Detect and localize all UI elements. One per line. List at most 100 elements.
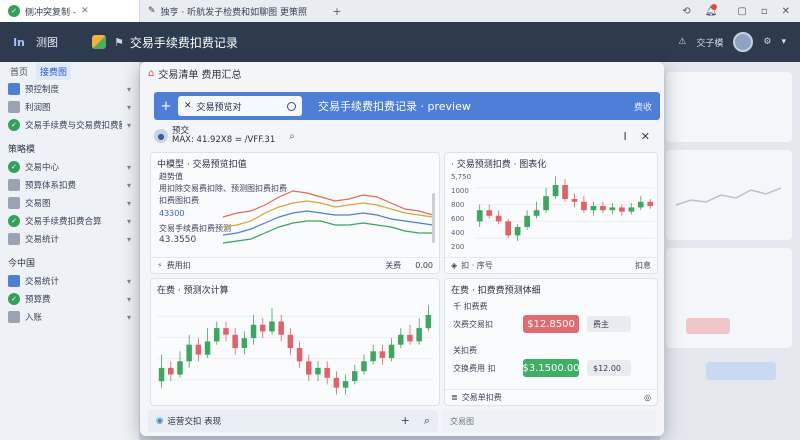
flag-icon[interactable]: ⚑ — [114, 36, 124, 49]
home-icon[interactable]: ⌂ — [148, 68, 154, 79]
candle-body — [370, 351, 376, 362]
square-icon — [8, 275, 20, 287]
sidebar-item[interactable]: 预算体系扣费 ▾ — [0, 176, 139, 194]
chevron-down-icon[interactable]: ▾ — [127, 103, 131, 112]
chevron-down-icon[interactable]: ▾ — [127, 85, 131, 94]
candle-body — [552, 185, 559, 197]
fee-chip[interactable]: 费主 — [587, 316, 631, 332]
close-icon[interactable]: ✕ — [81, 6, 89, 16]
search-icon[interactable]: ⌕ — [289, 131, 295, 142]
panel-foot-right[interactable]: 扣息 — [635, 260, 651, 271]
candle-body — [278, 321, 284, 335]
chevron-down-icon[interactable]: ▾ — [127, 121, 131, 130]
candlestick-chart — [475, 176, 655, 241]
sidebar-tab-home[interactable]: 首页 — [6, 63, 32, 80]
sidebar-item[interactable]: 交易统计 ▾ — [0, 230, 139, 248]
sidebar-item[interactable]: ✓ 交易手续费与交易费扣费额 ▾ — [0, 116, 139, 134]
candle-body — [398, 334, 404, 345]
sidebar-item-label: 交易手续费扣费合算 — [25, 217, 102, 227]
background-chart — [675, 187, 782, 206]
header-right-label[interactable]: 交子模 — [696, 36, 723, 49]
fee-row-label: 交换费用 扣 — [453, 364, 496, 373]
sidebar-item-label: 预算体系扣费 — [25, 181, 77, 191]
candle-body — [204, 341, 211, 355]
page-title: 交易手续费扣费记录 — [129, 35, 238, 50]
chevron-down-icon[interactable]: ▾ — [127, 235, 131, 244]
sidebar-item[interactable]: ✓ 交易中心 ▾ — [0, 158, 139, 176]
candle-body — [186, 344, 192, 362]
chevron-down-icon[interactable]: ▾ — [127, 277, 131, 286]
chevron-down-icon[interactable]: ▾ — [127, 295, 131, 304]
sidebar-item-label: 交易手续费与交易费扣费额 — [25, 121, 122, 131]
sidebar-item[interactable]: 入账 ▾ — [0, 308, 139, 326]
chevron-down-icon[interactable]: ▾ — [127, 199, 131, 208]
candle-body — [269, 321, 275, 332]
sidebar-item[interactable]: 预控制度 ▾ — [0, 80, 139, 98]
close-icon[interactable]: ✕ — [641, 130, 650, 143]
search-icon[interactable]: ⌕ — [424, 414, 430, 428]
chevron-down-icon[interactable]: ▾ — [127, 217, 131, 226]
preview-tab[interactable]: ✕ 交易预览对 — [178, 96, 302, 116]
candle-body — [505, 221, 511, 236]
settings-icon[interactable]: ◎ — [644, 393, 651, 402]
user-icon: ● — [154, 129, 168, 143]
app-logo-icon[interactable]: ln — [8, 31, 30, 53]
panel-value: 43.3550 — [159, 235, 197, 245]
line-series-0 — [222, 190, 434, 218]
gear-icon[interactable]: ⚙ — [763, 37, 771, 47]
sidebar-item[interactable]: 交易统计 ▾ — [0, 272, 139, 290]
cursor-icon[interactable]: I — [624, 130, 627, 143]
preview-tab-label: 交易预览对 — [196, 102, 242, 113]
chevron-down-icon[interactable]: ▾ — [127, 181, 131, 190]
browser-tab-active[interactable]: ✓ 侧冲突复制 - ✕ — [0, 0, 140, 22]
minimize-icon[interactable]: ▫ — [761, 6, 768, 17]
candle-body — [600, 206, 606, 211]
check-icon: ✓ — [8, 5, 20, 17]
panel-foot-mid[interactable]: 关费 — [385, 260, 401, 271]
add-button[interactable]: + — [154, 99, 178, 114]
sidebar-item[interactable]: ✓ 交易手续费扣费合算 ▾ — [0, 212, 139, 230]
fee-price-badge-green[interactable]: $3.1500.00 — [522, 359, 580, 377]
panel-text: 43300 — [159, 209, 185, 218]
browser-tab-inactive[interactable]: ✎ 独亨 · 听航发子检费和如聊图 更策照 — [140, 0, 330, 22]
chart-app-icon[interactable] — [92, 35, 106, 49]
sidebar-item[interactable]: 利润图 ▾ — [0, 98, 139, 116]
y-tick-label: 1000 — [451, 187, 469, 195]
avatar[interactable] — [733, 32, 754, 52]
y-tick-label: 600 — [451, 215, 465, 223]
close-icon[interactable]: ✕ — [184, 101, 192, 111]
sidebar-item-label: 利润图 — [25, 103, 51, 113]
fee-price-badge[interactable]: $12.8500 — [523, 315, 579, 333]
menu-icon[interactable]: ⟲ — [682, 6, 690, 17]
fee-chip-2[interactable]: $12.00 — [587, 360, 631, 376]
add-button[interactable]: + — [401, 414, 410, 428]
preview-right-label[interactable]: 费收 — [634, 100, 660, 113]
bell-icon[interactable]: 🔔︎ — [705, 3, 724, 17]
search-icon[interactable] — [287, 101, 296, 111]
sidebar-item[interactable]: 交易图 ▾ — [0, 194, 139, 212]
alert-icon[interactable]: ⚠ — [678, 37, 686, 47]
square-icon[interactable]: ▢ — [737, 6, 746, 17]
sidebar-tab-fees[interactable]: 接费图 — [36, 62, 72, 80]
scrollbar[interactable] — [432, 193, 435, 243]
panel-foot-right[interactable]: 0.00 — [415, 261, 433, 270]
new-tab-button[interactable]: + — [330, 5, 344, 18]
candle-body — [352, 371, 358, 382]
chevron-down-icon[interactable]: ▾ — [781, 37, 786, 47]
chevron-down-icon[interactable]: ▾ — [127, 163, 131, 172]
line-series-3 — [222, 220, 433, 244]
candle-chart-panel: · 交易预测扣费 · 图表化 5,750 1000 800 600 400 200 ◈ 扣… — [444, 152, 658, 274]
sidebar-section-title: 策略模 — [8, 145, 36, 155]
chevron-down-icon[interactable]: ▾ — [127, 313, 131, 322]
candle-body — [177, 361, 183, 375]
sidebar-item[interactable]: ✓ 预算费 ▾ — [0, 290, 139, 308]
square-icon — [8, 179, 20, 191]
close-window-icon[interactable]: ✕ — [782, 6, 790, 17]
background-card — [666, 72, 792, 142]
fee-row-label: 关扣费 — [453, 346, 477, 355]
y-tick-label: 200 — [451, 243, 465, 251]
preview-title: 交易手续费扣费记录 · preview — [318, 100, 471, 113]
candlestick-chart-large — [157, 304, 433, 395]
candle-body — [425, 314, 432, 329]
square-icon — [8, 101, 20, 113]
